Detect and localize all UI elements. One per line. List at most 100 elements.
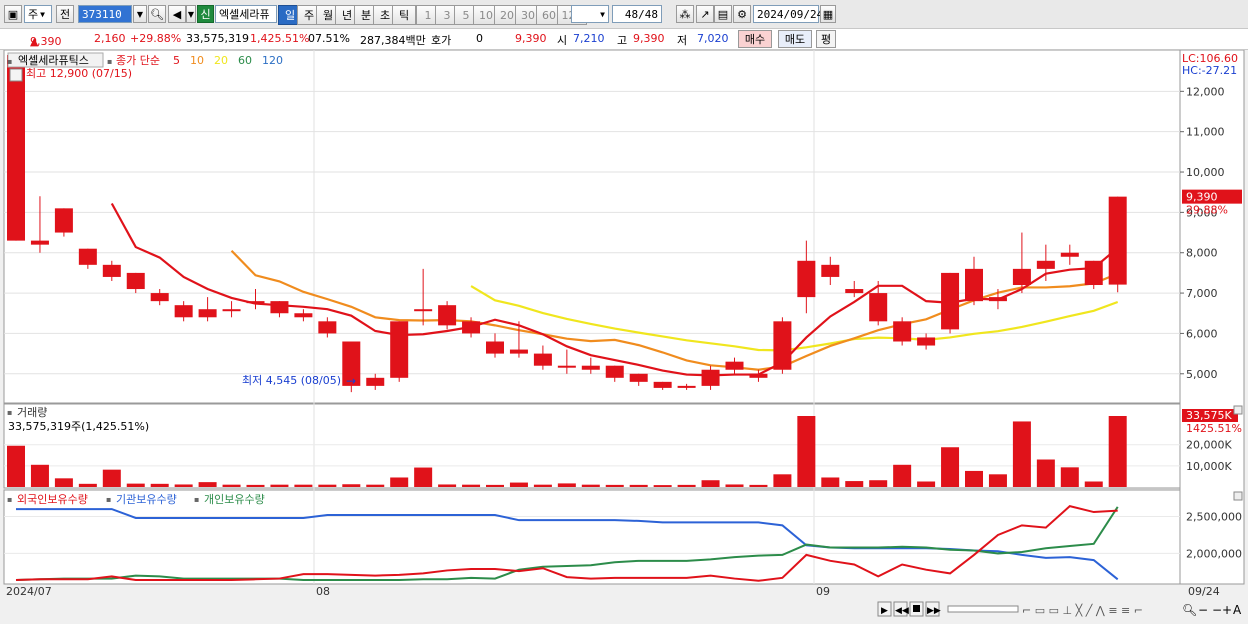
candle-body xyxy=(7,55,25,241)
close-icon[interactable] xyxy=(1233,491,1243,501)
bullet-icon: ▪ xyxy=(106,495,111,504)
ma-legend-item: 20 xyxy=(214,54,228,67)
credit-tag: 신 xyxy=(197,5,214,23)
volume-bar xyxy=(653,485,672,487)
volume-bar xyxy=(222,484,241,487)
volume-bar xyxy=(1084,481,1103,487)
search-icon[interactable]: 🔍︎ xyxy=(148,5,166,23)
y-tick-label: 2,000,000 xyxy=(1186,547,1242,560)
pct-tag: 29.88% xyxy=(1186,204,1228,217)
volume-bar xyxy=(797,416,816,487)
period-tab[interactable]: 틱 xyxy=(392,5,416,25)
zoom-icon[interactable]: 🔍︎ xyxy=(1182,603,1197,617)
bullet-icon: ▪ xyxy=(7,57,12,66)
candle-body xyxy=(486,341,504,354)
y-tick-label: 11,000 xyxy=(1186,126,1225,139)
volume-bar xyxy=(581,484,600,487)
date-field[interactable]: 2024/09/24 xyxy=(753,5,823,23)
volume-bar xyxy=(869,480,888,487)
volume-bar xyxy=(366,484,385,487)
calendar-icon[interactable]: ▦ xyxy=(820,5,836,23)
volume-bar xyxy=(965,470,983,487)
chevron-down-icon[interactable]: ▼ xyxy=(133,5,147,23)
volume-bar xyxy=(725,484,744,487)
volume-bar xyxy=(126,483,145,487)
candle-body xyxy=(366,377,385,386)
candle-body xyxy=(821,264,840,277)
sell-button[interactable]: 매도 xyxy=(778,30,812,48)
volume-pct-tag: 1425.51% xyxy=(1186,422,1242,435)
stop-glyph xyxy=(913,605,920,612)
holdings-legend-item: 기관보유수량 xyxy=(116,493,177,506)
remove-icon[interactable]: − xyxy=(1212,603,1222,617)
volume-value-label: 33,575,319주(1,425.51%) xyxy=(8,420,149,433)
interval-dropdown[interactable]: ▼ xyxy=(571,5,609,23)
chevron-down-icon[interactable]: ▼ xyxy=(186,5,196,23)
ma-legend-item: 60 xyxy=(238,54,252,67)
volume-bar xyxy=(198,482,217,487)
volume-bar xyxy=(438,484,457,487)
zoom-tools-icon[interactable]: ⌐ ▭ ▭ ⊥ ╳ ╱ ⋀ ≡ ≡ ⌐ xyxy=(1022,603,1143,617)
buy-button[interactable]: 매수 xyxy=(738,30,772,48)
candle-body xyxy=(270,301,289,314)
volume-bar xyxy=(270,484,289,487)
y-tick-label: 5,000 xyxy=(1186,368,1218,381)
volume-bar xyxy=(773,474,792,487)
volume-bar xyxy=(605,484,624,487)
volume-tag: 33,575K xyxy=(1186,409,1232,422)
price-change: 2,160 xyxy=(94,32,126,45)
chart-area[interactable]: 12,000 11,000 10,000 9,000 8,000 7,000 6,000 5,… xyxy=(0,50,1248,621)
low-price: 7,020 xyxy=(697,32,729,45)
compare-icon[interactable]: ↗ xyxy=(696,5,714,23)
high-note: 최고 12,900 (07/15) xyxy=(26,67,132,80)
split-icon[interactable]: ⁂ xyxy=(676,5,694,23)
candle-body xyxy=(509,349,528,354)
hoga-label: 호가 xyxy=(431,34,452,47)
plus-icon[interactable]: + xyxy=(1222,603,1232,617)
candle-body xyxy=(222,309,241,312)
calendar-icon[interactable] xyxy=(9,68,23,82)
y-tick-label: 10,000K xyxy=(1186,460,1232,473)
candle-body xyxy=(749,373,768,378)
candle-body xyxy=(390,321,409,378)
save-icon[interactable]: ▤ xyxy=(714,5,732,23)
volume-bar xyxy=(7,445,25,487)
font-size-icon[interactable]: A xyxy=(1233,603,1242,617)
candle-body xyxy=(54,208,73,233)
volume-bar xyxy=(462,484,481,487)
candle-body xyxy=(869,293,888,322)
candle-body xyxy=(462,321,481,334)
right-arrow-icon: → xyxy=(346,374,356,388)
volume-value: 33,575,319 xyxy=(186,32,249,45)
volume-bar xyxy=(1012,421,1031,487)
candle-body xyxy=(629,373,648,382)
chevron-down-icon: ▼ xyxy=(40,9,45,19)
volume-label: 거래량 xyxy=(17,406,47,419)
ma-legend-item: 5 xyxy=(173,54,180,67)
minus-icon[interactable]: − xyxy=(1198,603,1208,617)
forward-glyph: ▶▶ xyxy=(927,606,941,616)
period-group: 일주월년분초틱 xyxy=(278,5,418,25)
scroll-slider[interactable] xyxy=(947,605,1019,613)
eval-button[interactable]: 평 xyxy=(816,30,836,48)
close-icon[interactable] xyxy=(1233,405,1243,415)
volume-bar xyxy=(533,484,552,487)
candle-body xyxy=(438,305,457,326)
prev-button[interactable]: 전 xyxy=(56,5,74,23)
x-axis-sep: 09 xyxy=(816,585,830,598)
period-select[interactable]: 주 ▼ xyxy=(24,5,52,23)
y-tick-label: 7,000 xyxy=(1186,287,1218,300)
x-axis-aug: 08 xyxy=(316,585,330,598)
count-field[interactable]: 48/48 xyxy=(612,5,662,23)
chart-canvas[interactable]: 12,00011,00010,0009,0008,0007,0006,0005,… xyxy=(0,50,1248,600)
window-icon[interactable]: ▣ xyxy=(4,5,22,23)
candle-body xyxy=(1012,268,1031,286)
speaker-icon[interactable]: ◀︎ xyxy=(168,5,186,23)
gear-icon[interactable]: ⚙ xyxy=(733,5,751,23)
nav-bar: ▶ ◀◀ ▶▶ ⌐ ▭ ▭ ⊥ ╳ ╱ ⋀ ≡ ≡ ⌐ 🔍︎ − − + A xyxy=(0,600,1248,621)
stock-name-field: 엑셀세라퓨 xyxy=(215,5,277,23)
period-select-value: 주 xyxy=(28,8,39,21)
stock-code-input[interactable]: 373110 xyxy=(78,5,132,23)
volume-bar xyxy=(150,483,169,487)
volume-bar xyxy=(318,484,337,487)
